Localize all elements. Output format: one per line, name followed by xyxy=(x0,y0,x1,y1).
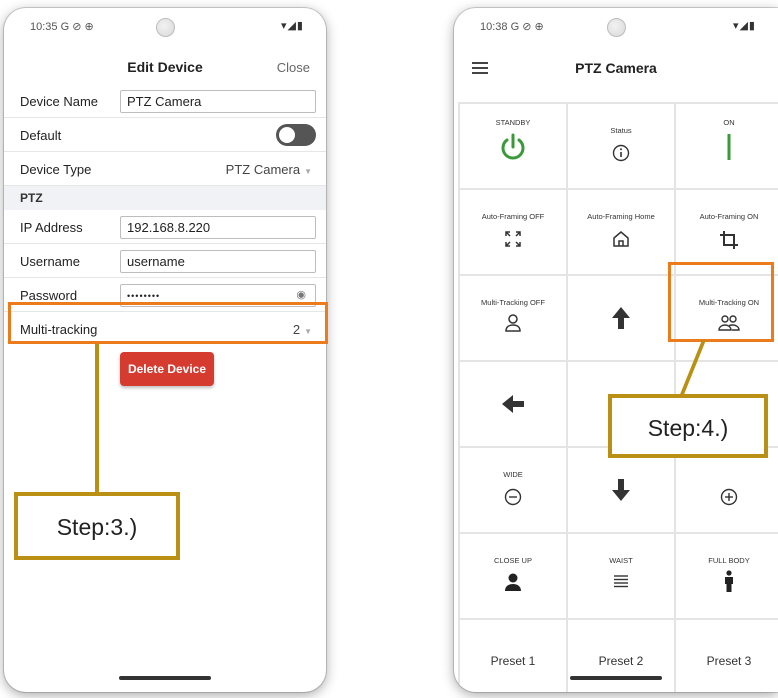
system-status-icons: ▾◢▮ xyxy=(280,20,304,32)
status-time: 10:38 xyxy=(480,21,508,33)
ip-address-input[interactable] xyxy=(120,216,316,239)
cell-label: Multi-Tracking OFF xyxy=(481,298,545,307)
preset-1-button[interactable]: Preset 1 xyxy=(460,620,566,692)
step4-callout: Step:4.) xyxy=(608,394,768,458)
status-notification-icons: G ⊘ ⊕ xyxy=(60,21,94,33)
device-type-label: Device Type xyxy=(20,162,92,177)
username-input[interactable] xyxy=(120,250,316,273)
home-indicator xyxy=(570,676,662,680)
tilt-up-button[interactable] xyxy=(568,276,674,360)
auto-framing-off-button[interactable]: Auto-Framing OFF xyxy=(460,190,566,274)
close-up-button[interactable]: CLOSE UP xyxy=(460,534,566,618)
full-body-button[interactable]: FULL BODY xyxy=(676,534,778,618)
wide-button[interactable]: WIDE xyxy=(460,448,566,532)
multi-tracking-highlight xyxy=(8,302,328,344)
home-indicator xyxy=(119,676,211,680)
device-name-input[interactable] xyxy=(120,90,316,113)
waist-button[interactable]: WAIST xyxy=(568,534,674,618)
multi-tracking-off-button[interactable]: Multi-Tracking OFF xyxy=(460,276,566,360)
device-name-row: Device Name xyxy=(4,84,326,118)
front-camera-icon xyxy=(607,18,626,37)
cell-label: ON xyxy=(723,118,735,127)
expand-icon xyxy=(460,230,566,253)
lines-icon xyxy=(568,574,674,593)
close-button[interactable]: Close xyxy=(277,60,310,75)
ptz-header: PTZ Camera xyxy=(454,48,778,90)
preset-label: Preset 3 xyxy=(706,654,752,668)
device-type-row: Device Type PTZ Camera ▼ xyxy=(4,152,326,186)
power-icon xyxy=(460,132,566,167)
ptz-section-label: PTZ xyxy=(20,191,43,205)
device-name-label: Device Name xyxy=(20,94,99,109)
cell-label: WAIST xyxy=(609,556,633,565)
edit-device-header: Edit Device Close xyxy=(4,48,326,84)
auto-framing-home-button[interactable]: Auto-Framing Home xyxy=(568,190,674,274)
username-row: Username xyxy=(4,244,326,278)
status-button[interactable]: Status xyxy=(568,104,674,188)
multi-tracking-on-highlight xyxy=(668,262,774,342)
step4-label: Step:4.) xyxy=(647,415,729,441)
preset-label: Preset 2 xyxy=(598,654,644,668)
preset-2-button[interactable]: Preset 2 xyxy=(568,620,674,692)
ptz-section-header: PTZ xyxy=(4,186,326,210)
default-label: Default xyxy=(20,128,62,143)
arrow-down-icon xyxy=(568,478,674,507)
username-label: Username xyxy=(20,254,80,269)
cell-label: Auto-Framing ON xyxy=(699,212,759,221)
device-type-select[interactable]: PTZ Camera ▼ xyxy=(226,162,312,177)
person-outline-icon xyxy=(460,313,566,338)
edit-device-screen: 10:35 G ⊘ ⊕ ▾◢▮ Edit Device Close Device… xyxy=(4,8,326,692)
home-icon xyxy=(568,229,674,254)
cell-label: CLOSE UP xyxy=(494,556,532,565)
cell-label: STANDBY xyxy=(495,118,531,127)
delete-device-button[interactable]: Delete Device xyxy=(120,352,214,386)
ptz-camera-screen: 10:38 G ⊘ ⊕ ▾◢▮ PTZ Camera STANDBY Statu… xyxy=(454,8,778,692)
ip-address-label: IP Address xyxy=(20,220,83,235)
front-camera-icon xyxy=(156,18,175,37)
person-filled-icon xyxy=(460,572,566,597)
preset-label: Preset 1 xyxy=(490,654,536,668)
cell-label: FULL BODY xyxy=(708,556,750,565)
info-icon xyxy=(568,144,674,167)
step3-label: Step:3.) xyxy=(56,514,138,540)
eye-icon[interactable]: ◉ xyxy=(296,288,306,301)
zoom-in-icon xyxy=(676,488,778,511)
status-bar: 10:35 G ⊘ ⊕ ▾◢▮ xyxy=(4,8,326,48)
cell-label: Auto-Framing Home xyxy=(587,212,655,221)
toggle-knob xyxy=(279,127,295,143)
page-title: PTZ Camera xyxy=(575,60,657,76)
device-type-value: PTZ Camera xyxy=(225,162,301,177)
standby-button[interactable]: STANDBY xyxy=(460,104,566,188)
preset-3-button[interactable]: Preset 3 xyxy=(676,620,778,692)
crop-icon xyxy=(676,230,778,255)
on-button[interactable]: ON xyxy=(676,104,778,188)
arrow-left-icon xyxy=(460,394,566,419)
tilt-down-button[interactable] xyxy=(568,448,674,532)
status-notification-icons: G ⊘ ⊕ xyxy=(510,21,544,33)
ip-address-row: IP Address xyxy=(4,210,326,244)
step3-callout: Step:3.) xyxy=(14,492,180,560)
pan-left-button[interactable] xyxy=(460,362,566,446)
cell-label: Auto-Framing OFF xyxy=(481,212,545,221)
password-label: Password xyxy=(20,288,78,303)
default-row: Default xyxy=(4,118,326,152)
default-toggle[interactable] xyxy=(276,124,316,146)
zoom-in-button[interactable] xyxy=(676,448,778,532)
cell-label: WIDE xyxy=(503,470,523,479)
chevron-down-icon: ▼ xyxy=(304,167,312,176)
on-bar-icon xyxy=(676,132,778,167)
cell-label: Status xyxy=(610,126,632,135)
zoom-out-icon xyxy=(460,488,566,511)
arrow-up-icon xyxy=(568,306,674,335)
status-bar: 10:38 G ⊘ ⊕ ▾◢▮ xyxy=(454,8,778,48)
step3-connector xyxy=(95,344,99,494)
standing-person-icon xyxy=(676,570,778,597)
status-time: 10:35 xyxy=(30,21,58,33)
system-status-icons: ▾◢▮ xyxy=(732,20,756,32)
